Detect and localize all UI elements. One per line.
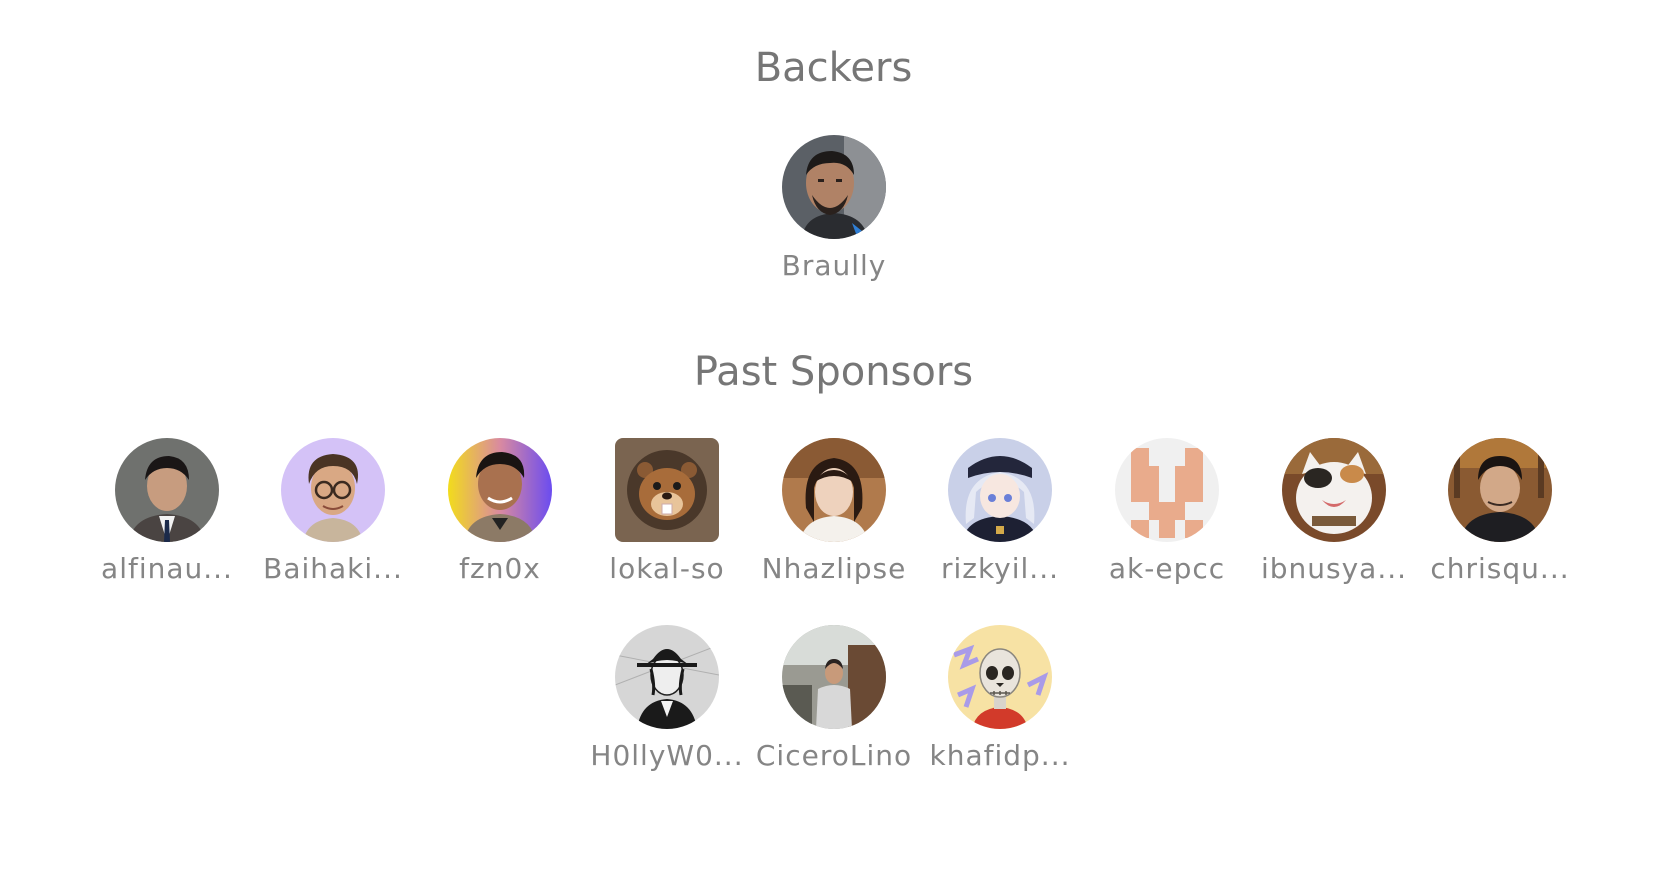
avatar-sketch-hat-icon [615,625,719,729]
avatar-photo-man-suit-icon [115,438,219,542]
avatar-skeleton-icon [948,625,1052,729]
sponsor-name: lokal-so [609,552,725,585]
avatar-photo-man-jacket-icon [1448,438,1552,542]
avatar-photo-man-beard-icon [782,135,886,239]
sponsor-name: chrisqu... [1430,552,1570,585]
sponsor-rizkyil[interactable]: rizkyil... [915,438,1085,586]
backer-braully[interactable]: Braully [749,135,919,283]
sponsor-name: ak-epcc [1108,552,1226,585]
avatar-identicon-icon [1115,438,1219,542]
avatar-beaver-logo-icon [615,438,719,542]
sponsor-name: ibnusya... [1260,552,1408,585]
sponsor-baihaki[interactable]: Baihaki... [248,438,418,586]
sponsor-name: khafidp... [929,739,1071,772]
sponsor-name: Baihaki... [263,552,403,585]
sponsor-lokal-so[interactable]: lokal-so [582,438,752,586]
past-sponsors-heading: Past Sponsors [693,349,974,395]
sponsor-name: alfinau... [101,552,233,585]
sponsor-nhazlipse[interactable]: Nhazlipse [749,438,919,586]
sponsor-fzn0x[interactable]: fzn0x [415,438,585,586]
sponsor-khafidp[interactable]: khafidp... [915,625,1085,773]
avatar-photo-man-gradient-icon [448,438,552,542]
sponsor-name: rizkyil... [940,552,1060,585]
avatar-memoji-glasses-icon [281,438,385,542]
sponsor-name: Nhazlipse [761,552,907,585]
avatar-photo-woman-icon [782,438,886,542]
sponsor-name: CiceroLino [755,739,913,772]
sponsor-ak-epcc[interactable]: ak-epcc [1082,438,1252,586]
backers-heading: Backers [754,45,913,91]
sponsor-cicerolino[interactable]: CiceroLino [749,625,919,773]
backer-name: Braully [781,249,887,282]
avatar-photo-man-outdoor-icon [782,625,886,729]
sponsor-alfinau[interactable]: alfinau... [82,438,252,586]
sponsor-ibnusya[interactable]: ibnusya... [1249,438,1419,586]
sponsor-name: fzn0x [459,552,541,585]
avatar-cat-icon [1282,438,1386,542]
sponsor-h0llyw0[interactable]: H0llyW0... [582,625,752,773]
sponsor-chrisqu[interactable]: chrisqu... [1415,438,1585,586]
sponsor-name: H0llyW0... [590,739,744,772]
avatar-anime-girl-icon [948,438,1052,542]
